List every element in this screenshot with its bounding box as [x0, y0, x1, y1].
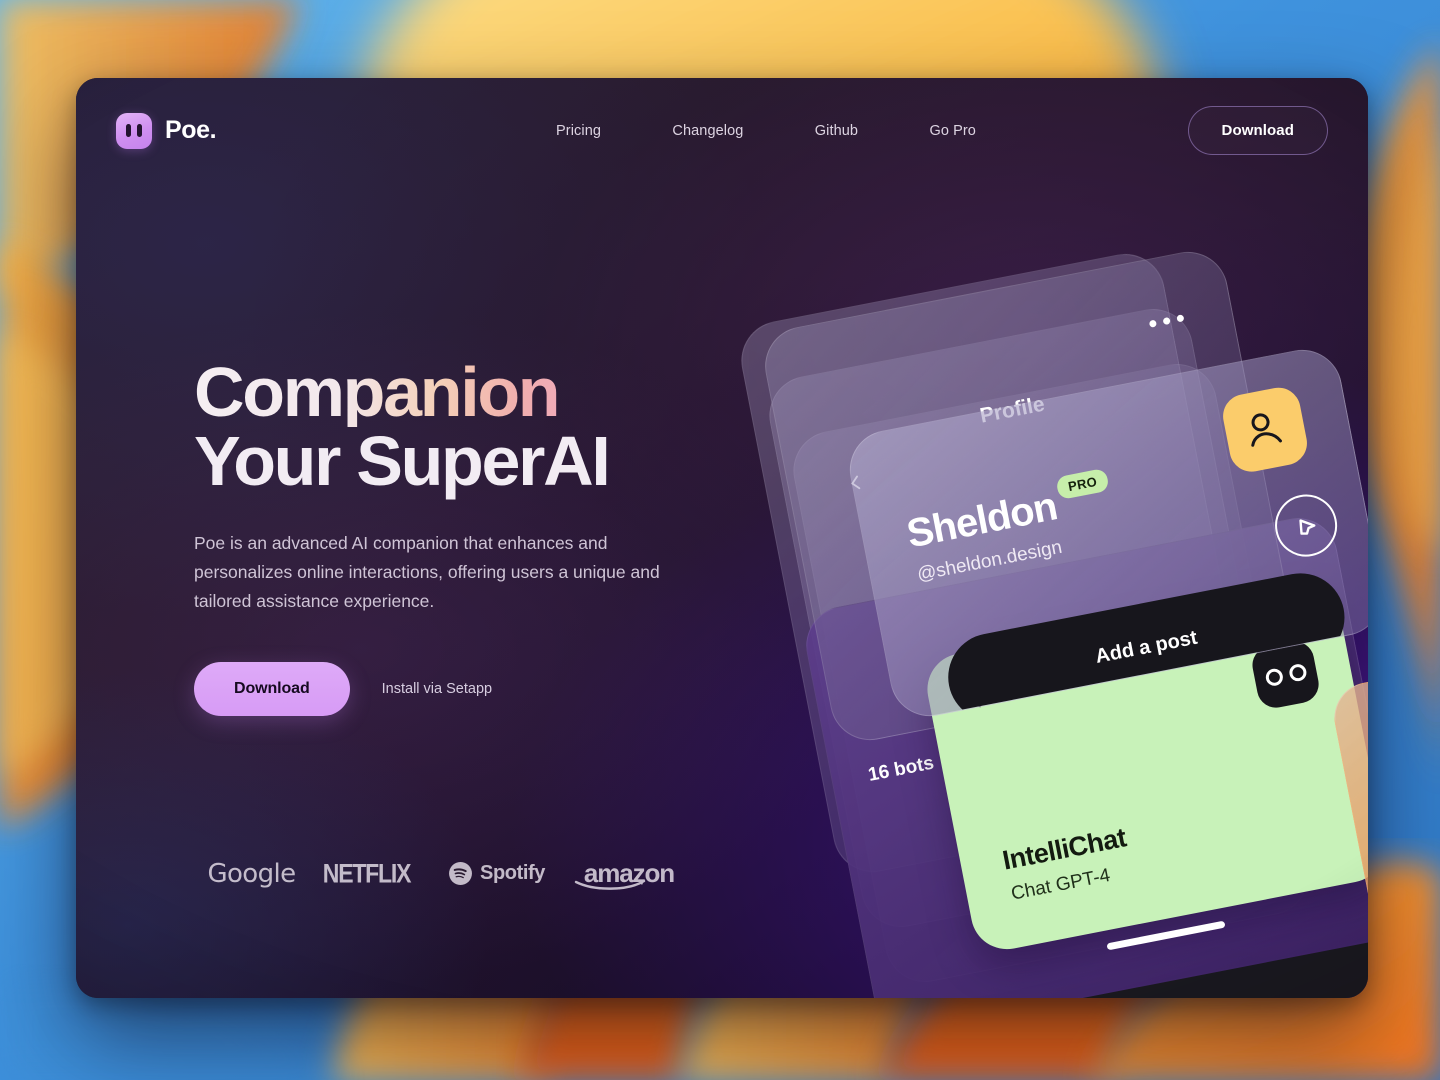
headline-line-1: Companion: [194, 357, 754, 427]
download-primary-button[interactable]: Download: [194, 661, 350, 716]
dot-2: [1162, 316, 1171, 326]
spotify-logo: Spotify: [424, 861, 569, 886]
download-nav-button[interactable]: Download: [1187, 106, 1328, 155]
bot-eye-left: [1263, 666, 1284, 687]
chat-bot-name: IntelliChat: [1000, 822, 1129, 876]
avatar[interactable]: [1219, 383, 1311, 476]
nav-item-changelog[interactable]: Changelog: [672, 123, 743, 139]
navbar: Poe. Pricing Changelog Github Go Pro Dow…: [76, 78, 1368, 183]
pro-badge: PRO: [1055, 467, 1110, 501]
page-title: Companion Your SuperAI: [194, 357, 754, 501]
more-horizontal-icon[interactable]: [1148, 314, 1185, 328]
hero-section: Companion Your SuperAI Poe is an advance…: [194, 357, 754, 716]
spotify-icon: [449, 862, 472, 885]
person-icon: [1251, 413, 1282, 447]
google-logo: Google: [207, 858, 296, 889]
amazon-swoosh-icon: [574, 879, 646, 890]
cta-row: Download Install via Setapp: [194, 661, 754, 716]
stat-bots: 16 bots: [866, 752, 936, 786]
nav-item-go-pro[interactable]: Go Pro: [929, 123, 976, 139]
dot-3: [1176, 314, 1185, 323]
amazon-logo: amazon: [569, 858, 689, 890]
nav-links: Pricing Changelog Github Go Pro: [556, 123, 976, 139]
brand-name: Poe.: [165, 116, 217, 144]
dot-1: [1148, 319, 1158, 328]
logo-eye-left: [126, 124, 131, 137]
install-via-setapp-link[interactable]: Install via Setapp: [382, 681, 492, 697]
logo-eye-right: [137, 124, 142, 137]
spotify-wordmark: Spotify: [480, 862, 545, 884]
bot-eye-right: [1287, 662, 1308, 683]
brand-logo-strip: Google NETFLIX Spotify amazon: [194, 857, 689, 890]
nav-item-github[interactable]: Github: [815, 123, 858, 139]
app-window: Poe. Pricing Changelog Github Go Pro Dow…: [76, 78, 1368, 998]
hero-subtitle: Poe is an advanced AI companion that enh…: [194, 532, 660, 611]
headline-line-2: Your SuperAI: [194, 422, 611, 501]
nav-item-pricing[interactable]: Pricing: [556, 123, 601, 139]
cursor-arrow-icon: [1299, 519, 1316, 535]
share-button[interactable]: [1269, 489, 1343, 562]
netflix-logo: NETFLIX: [322, 857, 412, 889]
brand-logo[interactable]: Poe.: [116, 112, 217, 149]
poe-logo-icon: [116, 112, 152, 149]
